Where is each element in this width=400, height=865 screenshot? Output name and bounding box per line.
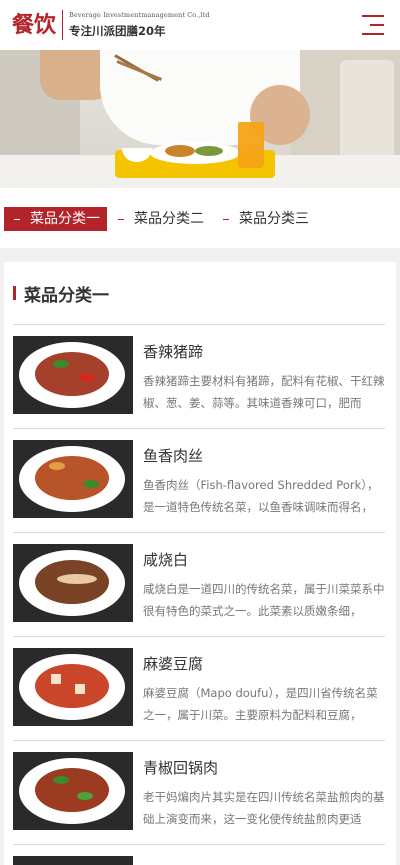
menu-line-middle (370, 24, 384, 26)
dish-title[interactable]: 香辣猪蹄 (143, 341, 203, 362)
banner-vegetable (195, 146, 223, 156)
dish-description: 咸烧白是一道四川的传统名菜，属于川菜菜系中很有特色的菜式之一。此菜素以质嫩条细， (143, 582, 385, 618)
dish-title[interactable]: 麻婆豆腐 (143, 653, 203, 674)
thumb-garnish (75, 684, 85, 694)
logo-chinese-text: 餐饮 (12, 12, 57, 38)
dish-list-panel: 菜品分类一 香辣猪蹄 香辣猪蹄主要材料有猪蹄，配料有花椒、干红辣椒、葱、姜、蒜等… (4, 262, 396, 865)
dish-description: 香辣猪蹄主要材料有猪蹄，配料有花椒、干红辣椒、葱、姜、蒜等。其味道香辣可口，肥而 (143, 374, 385, 410)
thumb-garnish (53, 360, 69, 368)
dish-list: 香辣猪蹄 香辣猪蹄主要材料有猪蹄，配料有花椒、干红辣椒、葱、姜、蒜等。其味道香辣… (13, 324, 385, 865)
banner-plate (150, 142, 240, 164)
tab-label: 菜品分类三 (239, 211, 309, 227)
menu-line-top (362, 15, 384, 17)
thumb-dish (35, 768, 109, 812)
section-heading: 菜品分类一 (13, 282, 109, 306)
list-item[interactable]: 香辣猪蹄 香辣猪蹄主要材料有猪蹄，配料有花椒、干红辣椒、葱、姜、蒜等。其味道香辣… (13, 324, 385, 428)
thumb-dish (35, 456, 109, 500)
dish-thumbnail[interactable] (13, 440, 133, 518)
dish-thumbnail[interactable] (13, 648, 133, 726)
thumb-garnish (51, 674, 61, 684)
tab-label: 菜品分类一 (30, 211, 100, 227)
tab-label: 菜品分类二 (134, 211, 204, 227)
dish-thumbnail[interactable] (13, 544, 133, 622)
tab-dash (223, 218, 229, 220)
thumb-garnish (49, 462, 65, 470)
dish-thumbnail[interactable] (13, 336, 133, 414)
tab-dash (14, 218, 20, 220)
tab-category-3[interactable]: 菜品分类三 (223, 207, 309, 231)
dish-description: 麻婆豆腐（Mapo doufu），是四川省传统名菜之一，属于川菜。主要原料为配料… (143, 686, 378, 722)
list-item[interactable]: 咸烧白 咸烧白是一道四川的传统名菜，属于川菜菜系中很有特色的菜式之一。此菜素以质… (13, 532, 385, 636)
category-tabs: 菜品分类一 菜品分类二 菜品分类三 (0, 188, 400, 248)
tab-category-2[interactable]: 菜品分类二 (118, 207, 204, 231)
dish-description: 鱼香肉丝（Fish-flavored Shredded Pork），是一道特色传… (143, 478, 379, 514)
header: 餐饮 Beverage Investmentmanagement Co.,ltd… (0, 0, 400, 50)
tab-category-1[interactable]: 菜品分类一 (4, 207, 107, 231)
list-item[interactable]: 青椒回锅肉 老干妈煸肉片其实是在四川传统名菜盐煎肉的基础上演变而来，这一变化使传… (13, 740, 385, 844)
list-item[interactable]: 鱼香肉丝 鱼香肉丝（Fish-flavored Shredded Pork），是… (13, 428, 385, 532)
tab-dash (118, 218, 124, 220)
thumb-dish (35, 664, 109, 708)
dish-title[interactable]: 青椒回锅肉 (143, 757, 218, 778)
logo-english-text: Beverage Investmentmanagement Co.,ltd (69, 11, 210, 19)
logo-slogan: 专注川派团膳20年 (69, 24, 166, 38)
logo-divider (62, 10, 64, 40)
thumb-dish (35, 352, 109, 396)
banner-juice-glass (238, 122, 264, 168)
dish-thumbnail[interactable] (13, 856, 133, 865)
logo-text-block: Beverage Investmentmanagement Co.,ltd 专注… (69, 11, 210, 39)
section-title: 菜品分类一 (24, 285, 109, 306)
list-item[interactable]: 麻婆豆腐 麻婆豆腐（Mapo doufu），是四川省传统名菜之一，属于川菜。主要… (13, 636, 385, 740)
banner-food (165, 145, 195, 157)
list-item[interactable] (13, 844, 385, 865)
dish-thumbnail[interactable] (13, 752, 133, 830)
hero-banner-image (0, 50, 400, 188)
thumb-garnish (79, 374, 95, 382)
heading-accent-bar (13, 286, 16, 300)
menu-line-bottom (362, 33, 384, 35)
thumb-garnish (53, 776, 69, 784)
thumb-garnish (83, 480, 99, 488)
thumb-garnish (57, 574, 97, 584)
dish-title[interactable]: 鱼香肉丝 (143, 445, 203, 466)
thumb-garnish (77, 792, 93, 800)
dish-title[interactable]: 咸烧白 (143, 549, 188, 570)
page: 餐饮 Beverage Investmentmanagement Co.,ltd… (0, 0, 400, 865)
logo[interactable]: 餐饮 Beverage Investmentmanagement Co.,ltd… (12, 5, 210, 45)
hamburger-menu-icon[interactable] (362, 15, 384, 35)
dish-description: 老干妈煸肉片其实是在四川传统名菜盐煎肉的基础上演变而来，这一变化使传统盐煎肉更适 (143, 790, 385, 826)
